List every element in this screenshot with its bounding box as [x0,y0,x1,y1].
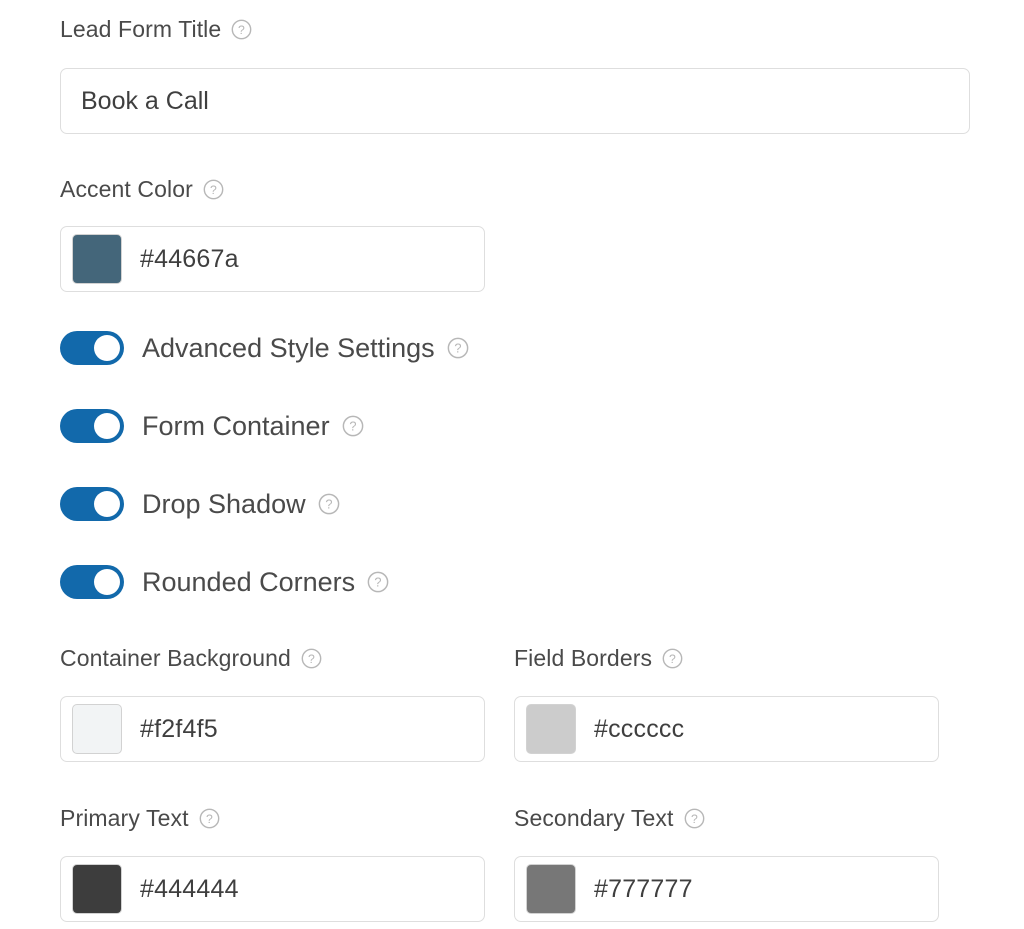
help-circle-icon[interactable]: ? [662,648,683,669]
svg-text:?: ? [454,341,461,356]
primary-text-value: #444444 [140,875,239,904]
svg-text:?: ? [206,812,213,826]
toggle-label-text: Drop Shadow [142,491,306,518]
toggle-drop-shadow-label: Drop Shadow ? [142,491,340,518]
secondary-text-input[interactable]: #777777 [514,856,939,922]
lead-form-title-label-text: Lead Form Title [60,18,221,41]
field-primary-text: Primary Text ? [60,807,220,830]
lead-form-title-input-value: Book a Call [81,87,209,116]
container-background-value: #f2f4f5 [140,715,218,744]
secondary-text-value: #777777 [594,875,693,904]
help-circle-icon[interactable]: ? [367,571,389,593]
svg-text:?: ? [349,419,356,434]
field-field-borders: Field Borders ? [514,647,683,670]
primary-text-label-text: Primary Text [60,807,189,830]
svg-text:?: ? [669,652,676,666]
help-circle-icon[interactable]: ? [203,179,224,200]
field-secondary-text: Secondary Text ? [514,807,705,830]
help-circle-icon[interactable]: ? [684,808,705,829]
field-borders-label: Field Borders ? [514,647,683,670]
container-background-label-text: Container Background [60,647,291,670]
container-background-label: Container Background ? [60,647,322,670]
toggle-advanced-style-settings-label: Advanced Style Settings ? [142,335,469,362]
toggle-label-text: Advanced Style Settings [142,335,435,362]
toggle-label-text: Rounded Corners [142,569,355,596]
primary-text-label: Primary Text ? [60,807,220,830]
svg-text:?: ? [691,812,698,826]
accent-color-value: #44667a [140,245,239,274]
accent-color-input[interactable]: #44667a [60,226,485,292]
lead-form-title-input[interactable]: Book a Call [60,68,970,134]
svg-text:?: ? [238,23,245,37]
help-circle-icon[interactable]: ? [231,19,252,40]
toggle-knob [94,569,120,595]
toggle-form-container[interactable] [60,409,124,443]
svg-text:?: ? [325,497,332,512]
toggle-form-container-label: Form Container ? [142,413,364,440]
svg-text:?: ? [308,652,315,666]
secondary-text-label-text: Secondary Text [514,807,674,830]
toggle-rounded-corners[interactable] [60,565,124,599]
toggle-row-rounded-corners[interactable]: Rounded Corners ? [60,565,389,599]
primary-text-swatch[interactable] [72,864,122,914]
toggle-knob [94,335,120,361]
help-circle-icon[interactable]: ? [447,337,469,359]
toggle-row-advanced-style-settings[interactable]: Advanced Style Settings ? [60,331,469,365]
toggle-rounded-corners-label: Rounded Corners ? [142,569,389,596]
field-borders-label-text: Field Borders [514,647,652,670]
field-borders-input[interactable]: #cccccc [514,696,939,762]
toggle-knob [94,491,120,517]
container-background-swatch[interactable] [72,704,122,754]
help-circle-icon[interactable]: ? [199,808,220,829]
lead-form-style-settings-panel: Lead Form Title ? Book a Call Accent Col… [0,0,1024,929]
help-circle-icon[interactable]: ? [342,415,364,437]
toggle-knob [94,413,120,439]
toggle-row-form-container[interactable]: Form Container ? [60,409,364,443]
toggle-advanced-style-settings[interactable] [60,331,124,365]
field-borders-swatch[interactable] [526,704,576,754]
help-circle-icon[interactable]: ? [301,648,322,669]
field-accent-color: Accent Color ? [60,178,224,201]
accent-color-label: Accent Color ? [60,178,224,201]
accent-color-swatch[interactable] [72,234,122,284]
accent-color-label-text: Accent Color [60,178,193,201]
secondary-text-swatch[interactable] [526,864,576,914]
field-container-background: Container Background ? [60,647,322,670]
field-borders-value: #cccccc [594,715,684,744]
toggle-row-drop-shadow[interactable]: Drop Shadow ? [60,487,340,521]
field-lead-form-title: Lead Form Title ? [60,18,252,41]
svg-text:?: ? [375,575,382,590]
toggle-drop-shadow[interactable] [60,487,124,521]
toggle-label-text: Form Container [142,413,330,440]
container-background-input[interactable]: #f2f4f5 [60,696,485,762]
help-circle-icon[interactable]: ? [318,493,340,515]
svg-text:?: ? [210,183,217,197]
secondary-text-label: Secondary Text ? [514,807,705,830]
lead-form-title-label: Lead Form Title ? [60,18,252,41]
primary-text-input[interactable]: #444444 [60,856,485,922]
